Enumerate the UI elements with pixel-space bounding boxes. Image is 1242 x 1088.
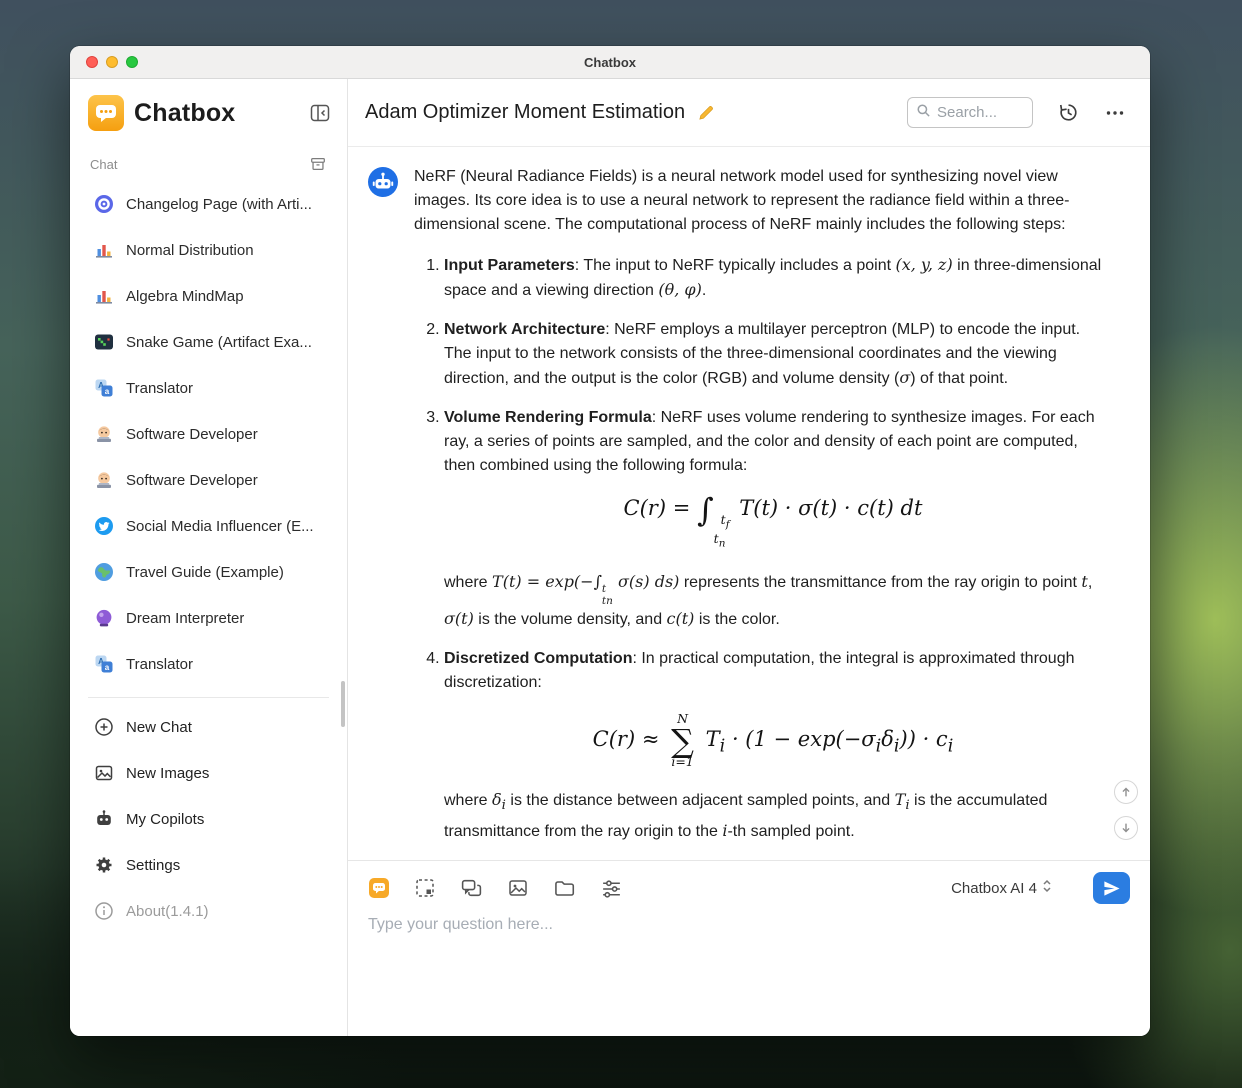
steps-list: Input Parameters: The input to NeRF typi… <box>414 253 1102 844</box>
new-chat-button[interactable]: New Chat <box>80 704 337 750</box>
chevron-updown-icon <box>1041 878 1053 899</box>
step-network-architecture: Network Architecture: NeRF employs a mul… <box>444 318 1102 391</box>
sidebar-chat-item[interactable]: Travel Guide (Example) <box>80 549 337 595</box>
intro-paragraph: NeRF (Neural Radiance Fields) is a neura… <box>414 165 1102 237</box>
discretized-formula: C(r) ≈ N∑i=1 Ti · (1 − exp(−σiδi)) · ci <box>444 713 1102 768</box>
attach-file-icon[interactable] <box>553 877 576 900</box>
chat-area: NeRF (Neural Radiance Fields) is a neura… <box>348 147 1150 860</box>
model-selector[interactable]: Chatbox AI 4 <box>951 878 1053 899</box>
history-icon[interactable] <box>1057 101 1080 124</box>
crystal-ball-icon <box>94 608 114 628</box>
sidebar: Chatbox Chat Changelog Page (with Arti..… <box>70 79 348 1036</box>
composer-toolbar: Chatbox AI 4 <box>368 872 1130 904</box>
sidebar-chat-item[interactable]: Algebra MindMap <box>80 273 337 319</box>
twitter-icon <box>94 516 114 536</box>
more-options-icon[interactable] <box>1104 102 1126 124</box>
changelog-icon <box>94 194 114 214</box>
image-plus-icon <box>94 763 114 783</box>
scroll-to-top-button[interactable] <box>1114 780 1138 804</box>
chat-list: Changelog Page (with Arti... Normal Dist… <box>70 179 347 687</box>
app-name: Chatbox <box>134 99 235 128</box>
main-panel: Adam Optimizer Moment Estimation <box>348 79 1150 1036</box>
globe-icon <box>94 562 114 582</box>
step-discretized-computation: Discretized Computation: In practical co… <box>444 647 1102 844</box>
collapse-sidebar-icon[interactable] <box>309 102 331 124</box>
window-controls <box>86 46 138 78</box>
zoom-button[interactable] <box>126 56 138 68</box>
step-input-parameters: Input Parameters: The input to NeRF typi… <box>444 253 1102 303</box>
search-input[interactable] <box>937 104 1017 121</box>
edit-title-icon[interactable] <box>697 104 715 122</box>
sidebar-divider <box>88 697 329 698</box>
gear-icon <box>94 855 114 875</box>
search-icon <box>916 103 931 123</box>
svg-text:a: a <box>105 387 110 396</box>
bar-chart-icon <box>94 240 114 260</box>
game-icon <box>94 332 114 352</box>
message-input[interactable] <box>368 916 1130 1016</box>
rendering-formula: C(r) = ∫tftn T(t) · σ(t) · c(t) dt <box>444 496 1102 550</box>
composer: Chatbox AI 4 <box>348 860 1150 1036</box>
svg-text:a: a <box>105 663 110 672</box>
sidebar-actions: New Chat New Images My Copilots Settings… <box>70 704 347 934</box>
chatbox-window: Chatbox Chatbox Chat <box>70 46 1150 1036</box>
search-box[interactable] <box>907 97 1033 128</box>
translate-icon: Aa <box>94 654 114 674</box>
sidebar-chat-item[interactable]: Changelog Page (with Arti... <box>80 181 337 227</box>
robot-icon <box>94 809 114 829</box>
window-title: Chatbox <box>584 55 636 70</box>
assistant-avatar <box>368 167 398 197</box>
developer-icon <box>94 470 114 490</box>
new-images-button[interactable]: New Images <box>80 750 337 796</box>
sidebar-chat-item[interactable]: Social Media Influencer (E... <box>80 503 337 549</box>
app-logo-icon <box>88 95 124 131</box>
titlebar: Chatbox <box>70 46 1150 79</box>
sidebar-chat-item[interactable]: Normal Distribution <box>80 227 337 273</box>
message-content: NeRF (Neural Radiance Fields) is a neura… <box>414 165 1102 860</box>
sidebar-chat-item[interactable]: Aa Translator <box>80 365 337 411</box>
settings-button[interactable]: Settings <box>80 842 337 888</box>
conversation-title: Adam Optimizer Moment Estimation <box>365 101 685 124</box>
sidebar-chat-item[interactable]: Software Developer <box>80 411 337 457</box>
conversation-header: Adam Optimizer Moment Estimation <box>348 79 1150 147</box>
close-button[interactable] <box>86 56 98 68</box>
scroll-to-bottom-button[interactable] <box>1114 816 1138 840</box>
info-icon <box>94 901 114 921</box>
chat-section-label: Chat <box>90 157 117 172</box>
my-copilots-button[interactable]: My Copilots <box>80 796 337 842</box>
screenshot-select-icon[interactable] <box>414 877 436 899</box>
plus-circle-icon <box>94 717 114 737</box>
bar-chart-icon <box>94 286 114 306</box>
assistant-message: NeRF (Neural Radiance Fields) is a neura… <box>368 165 1102 860</box>
sidebar-chat-item[interactable]: Dream Interpreter <box>80 595 337 641</box>
archive-icon[interactable] <box>309 155 327 173</box>
settings-sliders-icon[interactable] <box>600 877 623 900</box>
sidebar-chat-item[interactable]: Aa Translator <box>80 641 337 687</box>
translate-icon: Aa <box>94 378 114 398</box>
developer-icon <box>94 424 114 444</box>
minimize-button[interactable] <box>106 56 118 68</box>
sidebar-scrollbar[interactable] <box>341 681 345 727</box>
about-button[interactable]: About(1.4.1) <box>80 888 337 934</box>
sidebar-chat-item[interactable]: Snake Game (Artifact Exa... <box>80 319 337 365</box>
scroll-buttons <box>1114 780 1138 840</box>
quote-messages-icon[interactable] <box>460 877 483 900</box>
attach-image-icon[interactable] <box>507 877 529 899</box>
send-button[interactable] <box>1093 872 1130 904</box>
model-name: Chatbox AI 4 <box>951 880 1037 897</box>
sidebar-chat-item[interactable]: Software Developer <box>80 457 337 503</box>
chatbox-copilot-icon[interactable] <box>368 877 390 899</box>
step-volume-rendering: Volume Rendering Formula: NeRF uses volu… <box>444 406 1102 632</box>
